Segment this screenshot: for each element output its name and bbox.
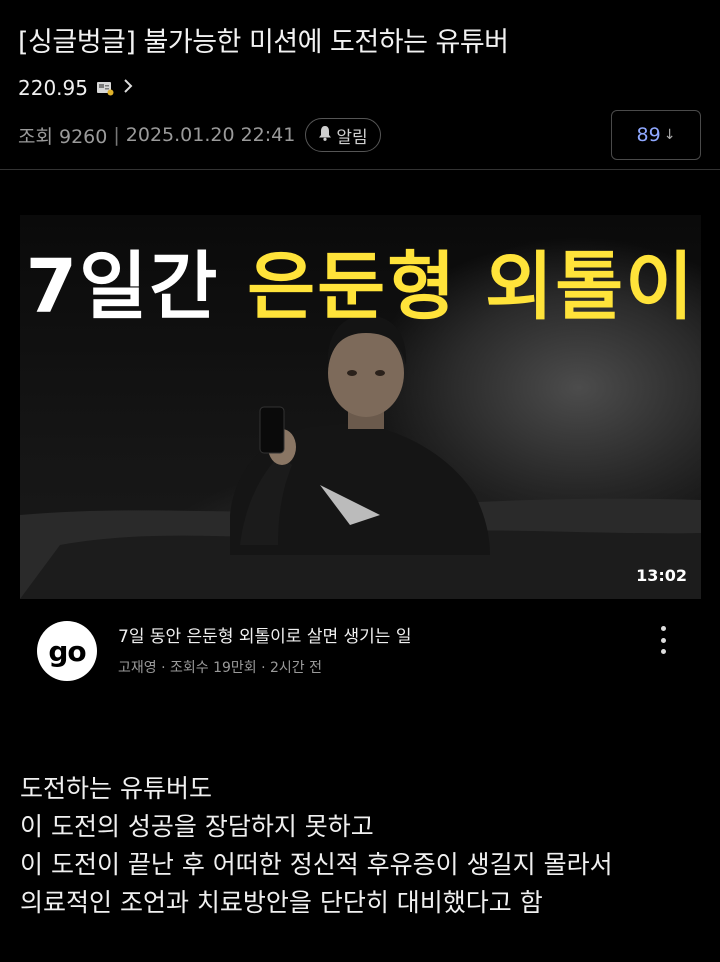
body-line: 이 도전이 끝난 후 어떠한 정신적 후유증이 생길지 몰라서 — [20, 850, 613, 879]
user-badge-icon — [96, 80, 114, 96]
body-line: 도전하는 유튜버도 — [20, 774, 212, 803]
meta-separator: | — [113, 124, 120, 146]
body-line: 이 도전의 성공을 장담하지 못하고 — [20, 812, 374, 841]
comment-count-button[interactable]: 89 ↓ — [611, 110, 701, 160]
view-count: 조회 9260 — [18, 125, 108, 148]
body-line: 의료적인 조언과 치료방안을 단단히 대비했다고 함 — [20, 888, 543, 917]
alarm-button[interactable]: 알림 — [305, 118, 381, 152]
post-title: [싱글벙글] 불가능한 미션에 도전하는 유튜버 — [18, 27, 509, 58]
video-title[interactable]: 7일 동안 은둔형 외톨이로 살면 생기는 일 — [118, 622, 411, 647]
video-info-row[interactable]: go 7일 동안 은둔형 외톨이로 살면 생기는 일 고재영 · 조회수 19만… — [20, 616, 701, 686]
alarm-label: 알림 — [336, 127, 368, 148]
author-name[interactable]: 220.95 — [18, 76, 88, 100]
thumbnail-headline: 7일간 은둔형 외톨이 — [20, 227, 701, 334]
video-thumbnail[interactable]: 7일간 은둔형 외톨이 13:02 — [20, 215, 701, 599]
bell-icon — [318, 125, 332, 146]
down-arrow-icon: ↓ — [663, 127, 676, 143]
post-body: 도전하는 유튜버도 이 도전의 성공을 장담하지 못하고 이 도전이 끝난 후 … — [20, 770, 613, 922]
comment-count: 89 — [636, 124, 661, 146]
author-row[interactable]: 220.95 — [18, 76, 134, 100]
video-meta: 고재영 · 조회수 19만회 · 2시간 전 — [118, 660, 323, 676]
more-vertical-icon[interactable] — [659, 626, 667, 654]
post-date: 2025.01.20 22:41 — [125, 124, 296, 146]
video-duration: 13:02 — [636, 566, 687, 585]
chevron-right-icon[interactable] — [122, 76, 134, 100]
headline-yellow: 은둔형 외톨이 — [247, 244, 696, 330]
header-divider — [0, 169, 720, 170]
channel-avatar[interactable]: go — [37, 621, 97, 681]
post-meta: 조회 9260 | 2025.01.20 22:41 알림 — [18, 118, 381, 152]
headline-white: 7일간 — [25, 244, 220, 330]
